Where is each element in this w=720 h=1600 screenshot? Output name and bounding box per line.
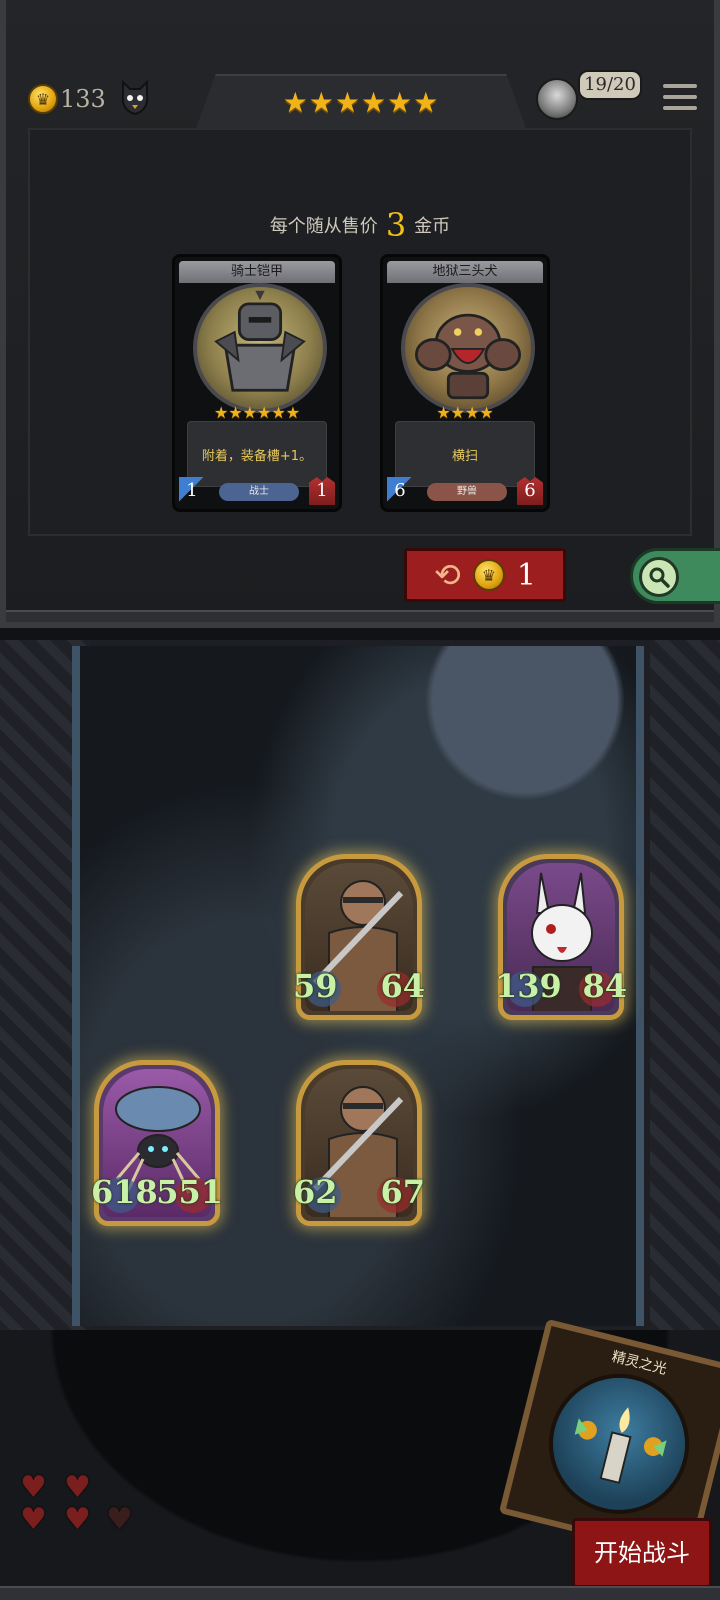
- capacity-badge: 19/20: [578, 70, 642, 100]
- card-stars: ★★★★★★: [213, 403, 301, 422]
- card-name: 地狱三头犬: [387, 261, 543, 283]
- black-cat-pet-icon[interactable]: [119, 80, 151, 116]
- unit-attack: 59: [293, 967, 338, 1005]
- refresh-cost: 1: [516, 557, 536, 593]
- card-tribe: 战士: [219, 483, 299, 501]
- card-description: 横扫: [395, 421, 535, 487]
- unit-health: 64: [380, 967, 425, 1005]
- shop-card-cerberus[interactable]: 地狱三头犬 ★★★★ 横扫 6 野兽 6: [380, 254, 550, 512]
- sell-price-info: 每个随从售价 3 金币: [30, 206, 690, 244]
- empty-heart-icon: ♥: [106, 1502, 133, 1537]
- card-attack: 1: [179, 477, 205, 505]
- search-button[interactable]: [630, 548, 720, 604]
- player-avatar[interactable]: [536, 78, 578, 120]
- menu-line-icon: [662, 83, 698, 89]
- unit-health: 84: [582, 967, 627, 1005]
- gold-counter: ♛ 133: [28, 84, 106, 114]
- sell-price-value: 3: [385, 206, 407, 244]
- sell-price-suffix: 金币: [414, 216, 451, 237]
- battlefield: 59 64 139 84 618 551 62 67 ♥ ♥ ♥ ♥ ♥ 精灵之…: [0, 640, 720, 1600]
- gold-value: 133: [60, 85, 106, 113]
- hound-icon: [414, 313, 522, 400]
- card-stars: ★★★★: [436, 403, 494, 422]
- board-unit-swordsman[interactable]: 62 67: [293, 1060, 425, 1226]
- hud-bar: ♛ 133 ★★★★★★ 19/20: [6, 70, 720, 130]
- board-unit-swordsman[interactable]: 59 64: [293, 854, 425, 1020]
- shop-board: 每个随从售价 3 金币 骑士铠甲 ★★★★★★ 附着，装备槽+1。 1 战士 1: [28, 128, 692, 536]
- fairy-light-art: [534, 1359, 704, 1529]
- heart-icon: ♥: [20, 1470, 47, 1505]
- card-tribe: 野兽: [427, 483, 507, 501]
- heart-icon: ♥: [20, 1502, 47, 1537]
- armor-icon: [214, 290, 306, 392]
- menu-button[interactable]: [662, 80, 698, 114]
- knight-armor-art: [193, 283, 327, 413]
- tavern-tier-stars: ★★★★★★: [282, 86, 440, 119]
- shop-card-knight-armor[interactable]: 骑士铠甲 ★★★★★★ 附着，装备槽+1。 1 战士 1: [172, 254, 342, 512]
- gold-coin-icon: ♛: [28, 84, 58, 114]
- board-unit-masked-rabbit[interactable]: 139 84: [495, 854, 627, 1020]
- card-name: 骑士铠甲: [179, 261, 335, 283]
- menu-line-icon: [662, 94, 698, 100]
- heart-icon: ♥: [64, 1470, 91, 1505]
- menu-line-icon: [662, 105, 698, 111]
- card-health: 6: [517, 477, 543, 505]
- board-unit-mushroom-spider[interactable]: 618 551: [91, 1060, 223, 1226]
- card-health: 1: [309, 477, 335, 505]
- board-window: 59 64 139 84 618 551 62 67: [72, 646, 644, 1326]
- card-description: 附着，装备槽+1。: [187, 421, 327, 487]
- candle-fairy-icon: [574, 1407, 667, 1484]
- gold-coin-icon: ♛: [472, 559, 505, 591]
- tavern-tier-tab: ★★★★★★: [196, 74, 526, 128]
- unit-attack: 139: [495, 967, 562, 1005]
- card-attack: 6: [387, 477, 413, 505]
- unit-health: 67: [380, 1173, 425, 1211]
- refresh-icon: ⟲: [434, 556, 461, 594]
- unit-attack: 62: [293, 1173, 338, 1211]
- refresh-shop-button[interactable]: ⟲ ♛ 1: [404, 548, 566, 602]
- shop-panel: ♛ 133 ★★★★★★ 19/20 每个随从售价 3 金币 骑士铠甲 ★★★★…: [0, 0, 720, 628]
- heart-icon: ♥: [64, 1502, 91, 1537]
- sell-price-prefix: 每个随从售价: [269, 216, 378, 237]
- search-icon: [639, 557, 679, 597]
- unit-attack: 618: [91, 1173, 158, 1211]
- bottom-rail: [0, 1586, 720, 1600]
- unit-health: 551: [156, 1173, 223, 1211]
- start-battle-button[interactable]: 开始战斗: [572, 1518, 712, 1588]
- cerberus-art: [401, 283, 535, 413]
